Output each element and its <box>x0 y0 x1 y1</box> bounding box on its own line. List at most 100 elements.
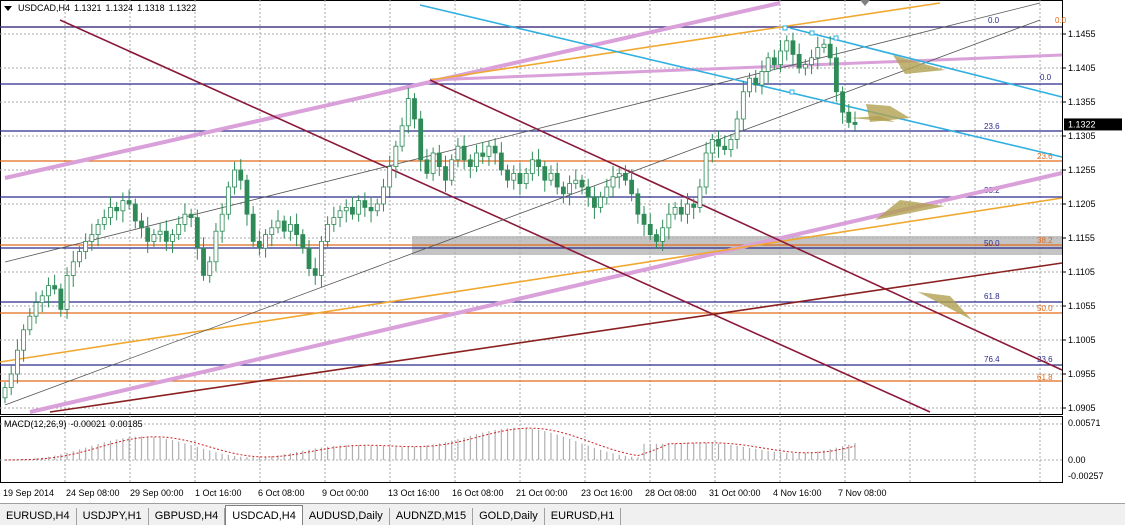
candle-body <box>306 247 312 269</box>
candle-body <box>809 57 814 65</box>
chart-window: 1.1455 1.1405 1.1355 1.1305 1.1255 1.1205 1.11… <box>0 0 1125 525</box>
time-axis-label: 24 Sep 08:00 <box>66 488 120 498</box>
fib-level-label: 61.8 <box>1037 373 1053 382</box>
chart-tab[interactable]: AUDUSD,Daily <box>303 508 390 525</box>
high-price: 1.1324 <box>105 3 134 13</box>
candle-body <box>163 230 169 242</box>
candle-body <box>821 43 827 49</box>
candle-body <box>492 145 498 154</box>
candle-body <box>747 77 752 93</box>
price-axis-label: 1.1105 <box>1068 267 1095 277</box>
candle-body <box>654 234 659 242</box>
candle-body <box>294 223 300 235</box>
price-axis-label: 1.1005 <box>1068 335 1096 345</box>
chart-tab[interactable]: AUDNZD,M15 <box>390 508 474 525</box>
chart-tab[interactable]: GBPUSD,H4 <box>149 508 226 525</box>
fib-level-label: 50.0 <box>984 239 1000 248</box>
candle-body <box>529 159 535 174</box>
candle-body <box>39 295 45 303</box>
chart-tab-bar: EURUSD,H4 USDJPY,H1 GBPUSD,H4 USDCAD,H4 AUDU… <box>0 503 1125 525</box>
candle-body <box>331 217 337 225</box>
candle-body <box>194 217 200 249</box>
candle-body <box>511 172 517 181</box>
candle-body <box>697 186 703 208</box>
symbol-label: USDCAD,H4 <box>18 3 71 13</box>
candle-body <box>126 200 132 205</box>
candle-body <box>219 213 225 232</box>
price-axis-label: 1.1405 <box>1068 63 1096 73</box>
chart-tab[interactable]: USDJPY,H1 <box>77 508 149 525</box>
anchor-marker <box>833 35 839 41</box>
candle-body <box>238 169 244 181</box>
candle-body <box>77 251 82 263</box>
candle-body <box>207 261 213 276</box>
candle-body <box>182 213 188 225</box>
candle-body <box>461 145 467 161</box>
candle-body <box>734 118 740 140</box>
chart-tab[interactable]: USDCAD,H4 <box>225 505 303 525</box>
time-axis-label: 9 Oct 00:00 <box>322 488 369 498</box>
chart-tab[interactable]: EURUSD,H4 <box>0 508 77 525</box>
macd-axis-label: 0.00571 <box>1068 418 1101 428</box>
candle-body <box>319 240 324 276</box>
time-axis-label: 7 Nov 08:00 <box>838 488 887 498</box>
candle-body <box>517 172 523 184</box>
candle-body <box>759 71 765 86</box>
candle-body <box>33 302 39 317</box>
fib-level-label: 76.4 <box>984 355 1000 364</box>
candle-body <box>585 186 591 198</box>
price-chart[interactable]: 1.1455 1.1405 1.1355 1.1305 1.1255 1.1205 1.11… <box>0 0 1125 416</box>
candle-body <box>641 213 647 225</box>
candle-body <box>685 203 690 215</box>
price-axis-label: 1.0955 <box>1068 369 1096 379</box>
candle-body <box>623 172 628 181</box>
candle-body <box>52 285 58 290</box>
candle-body <box>83 240 89 252</box>
candle-body <box>542 166 548 181</box>
chart-tab[interactable]: EURUSD,H1 <box>545 508 622 525</box>
candle-body <box>548 172 554 181</box>
candle-body <box>46 285 51 297</box>
candle-body <box>350 206 355 215</box>
candle-body <box>467 159 473 168</box>
candle-body <box>405 98 411 127</box>
candle-body <box>728 138 734 150</box>
dropdown-triangle-icon[interactable] <box>4 5 12 11</box>
candle-body <box>666 213 672 229</box>
time-axis-label: 28 Oct 08:00 <box>645 488 697 498</box>
candle-body <box>21 329 27 351</box>
candle-body <box>393 145 399 167</box>
time-axis-label: 21 Oct 00:00 <box>516 488 568 498</box>
candle-body <box>635 193 641 215</box>
candle-body <box>560 186 566 195</box>
chart-tab[interactable]: GOLD,Daily <box>473 508 545 525</box>
candle-body <box>244 179 250 215</box>
time-axis-label: 19 Sep 2014 <box>3 488 55 498</box>
candle-body <box>325 223 331 242</box>
fib-level-label: 0.0 <box>1040 73 1052 82</box>
candle-body <box>480 152 486 157</box>
candle-body <box>827 43 833 59</box>
macd-panel[interactable]: 0.00571 0.00 -0.00257 <box>0 416 1125 484</box>
time-axis-label: 16 Oct 08:00 <box>452 488 504 498</box>
fib-level-label: 23.6 <box>984 122 1000 131</box>
time-axis-label: 29 Sep 00:00 <box>130 488 184 498</box>
candle-body <box>250 213 256 242</box>
candle-body <box>722 145 728 150</box>
candle-body <box>523 172 529 184</box>
candle-body <box>343 206 349 212</box>
candle-body <box>790 40 796 55</box>
candle-body <box>840 91 845 113</box>
candle-body <box>753 77 759 86</box>
candle-body <box>275 220 281 229</box>
candle-body <box>771 57 777 65</box>
candle-body <box>132 203 138 222</box>
macd-value1: -0.00021 <box>70 419 107 429</box>
price-axis-label: 1.1055 <box>1068 301 1096 311</box>
candle-body <box>64 274 70 310</box>
candle-body <box>778 50 783 66</box>
candle-body <box>592 196 597 208</box>
candle-body <box>145 227 151 242</box>
candle-body <box>604 186 610 198</box>
price-axis-label: 1.1455 <box>1068 29 1096 39</box>
